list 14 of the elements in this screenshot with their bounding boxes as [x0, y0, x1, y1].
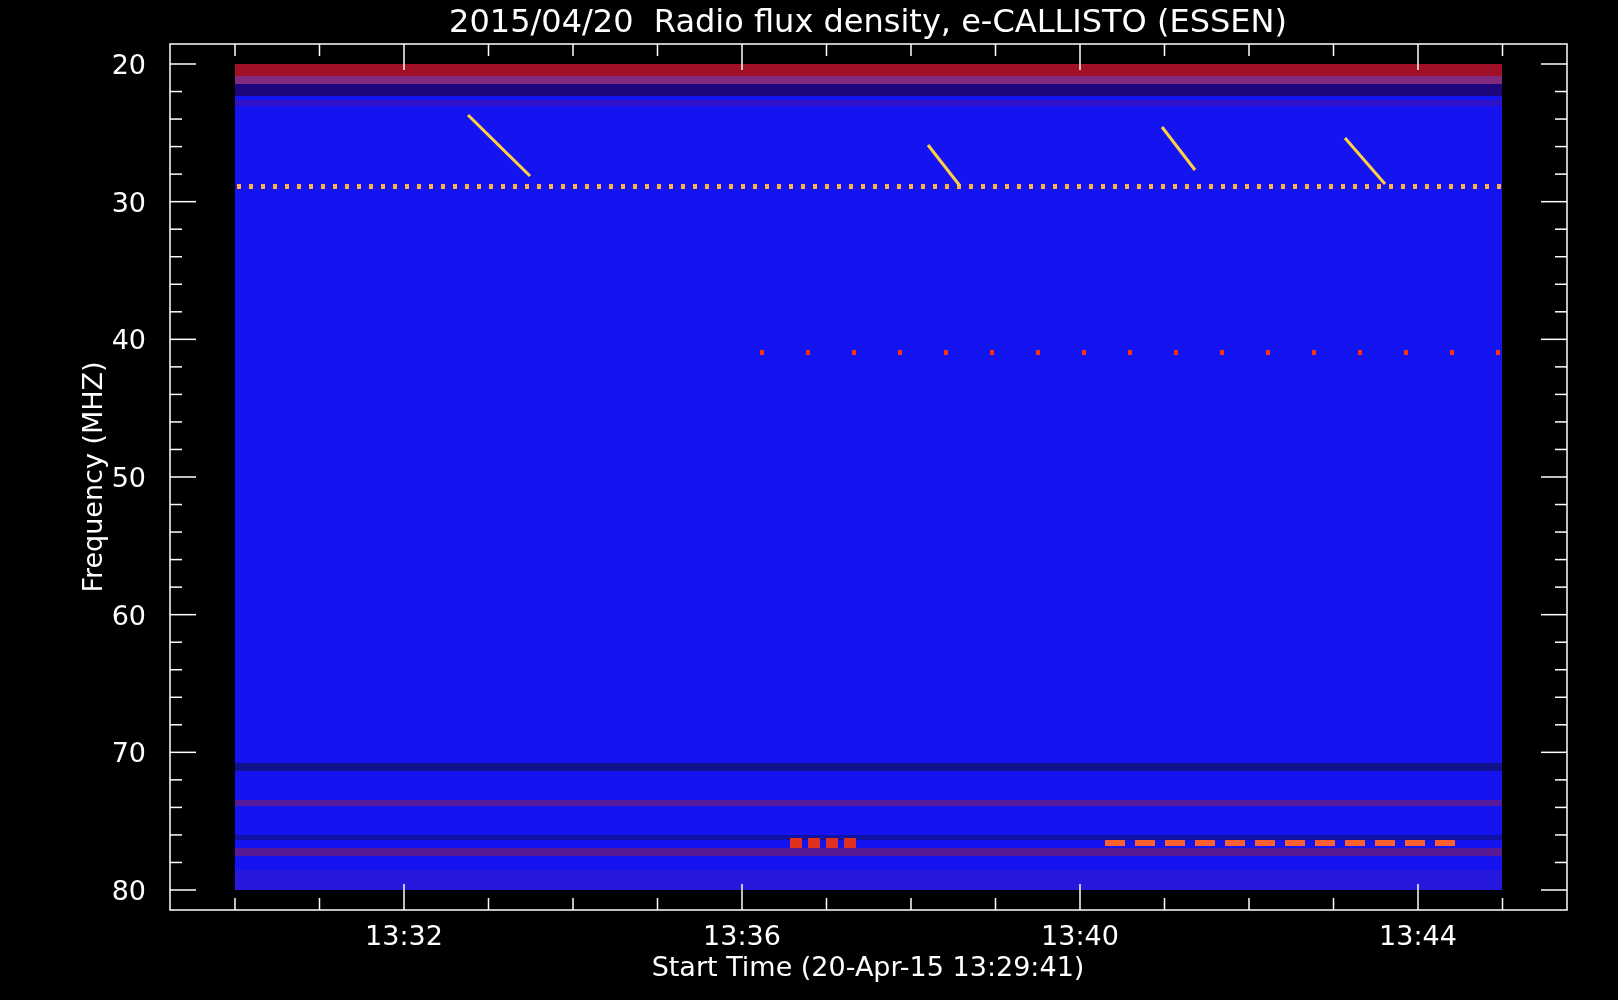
- x-axis-title: Start Time (20-Apr-15 13:29:41): [651, 951, 1085, 982]
- y-axis-title: Frequency (MHZ): [77, 361, 108, 593]
- y-tick-label: 40: [111, 324, 146, 356]
- y-tick-label: 20: [111, 49, 146, 80]
- x-tick-label: 13:32: [365, 920, 443, 951]
- x-tick-label: 13:36: [703, 920, 781, 951]
- chart-title: 2015/04/20 Radio flux density, e-CALLISTO (ESSEN): [449, 2, 1287, 40]
- y-tick-label: 60: [111, 599, 146, 631]
- x-tick-label: 13:40: [1041, 920, 1119, 951]
- y-tick-label: 70: [111, 737, 146, 769]
- y-tick-label: 80: [111, 875, 146, 906]
- y-tick-label: 30: [111, 186, 146, 218]
- x-tick-label: 13:44: [1379, 920, 1457, 951]
- y-tick-label: 50: [111, 462, 146, 493]
